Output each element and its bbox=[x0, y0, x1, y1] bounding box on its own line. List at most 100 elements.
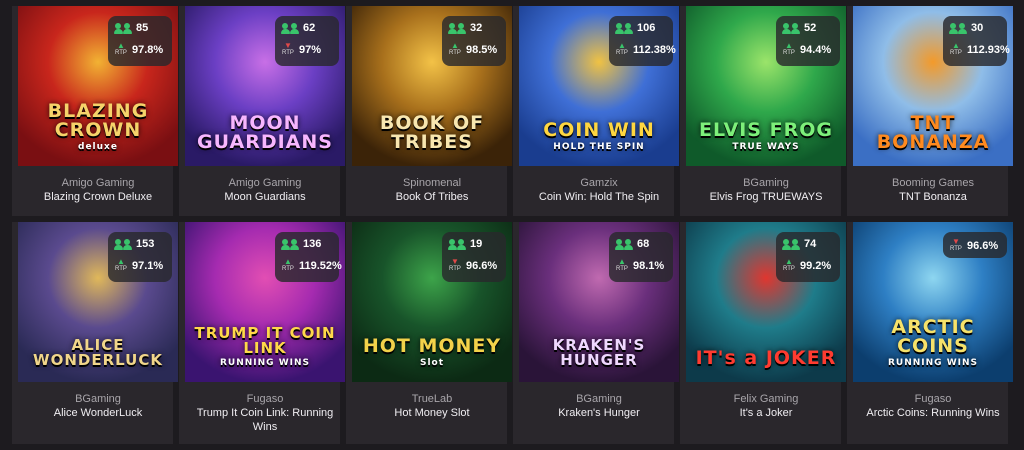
game-card[interactable]: TNT BONANZA 30 ▲ RTP 112.93% Booming Games TNT… bbox=[847, 6, 1013, 216]
game-logo-title: COIN WIN bbox=[543, 119, 655, 141]
game-info: BGaming Kraken's Hunger bbox=[519, 392, 679, 420]
game-name[interactable]: It's a Joker bbox=[686, 406, 846, 420]
game-logo-text: TNT BONANZA bbox=[853, 114, 1013, 152]
rtp-indicator: ▲ RTP 97.8% bbox=[114, 42, 163, 57]
game-logo-text: ALICE WONDERLUCK bbox=[18, 338, 178, 368]
game-thumbnail[interactable]: BLAZING CROWN deluxe 85 ▲ RTP 97.8% bbox=[18, 6, 178, 166]
game-thumbnail[interactable]: ARCTIC COINS RUNNING WINS ▼ RTP 96.6% bbox=[853, 222, 1013, 382]
game-logo-title: BOOK OF TRIBES bbox=[379, 112, 485, 153]
players-count: 62 bbox=[280, 22, 316, 34]
trend-up-icon: ▲ RTP bbox=[616, 41, 628, 57]
trend-up-icon: ▲ RTP bbox=[115, 41, 127, 57]
game-logo-title: TNT BONANZA bbox=[876, 112, 990, 153]
rtp-indicator: ▼ RTP 96.6% bbox=[448, 258, 497, 273]
game-thumbnail[interactable]: TNT BONANZA 30 ▲ RTP 112.93% bbox=[853, 6, 1013, 166]
game-info: BGaming Alice WonderLuck bbox=[18, 392, 178, 420]
trend-up-icon: ▲ RTP bbox=[449, 41, 461, 57]
game-card[interactable]: ALICE WONDERLUCK 153 ▲ RTP 97.1% BGaming Alice… bbox=[12, 222, 178, 444]
players-icon bbox=[113, 22, 132, 34]
game-thumbnail[interactable]: KRAKEN'S HUNGER 68 ▲ RTP 98.1% bbox=[519, 222, 679, 382]
game-card[interactable]: BLAZING CROWN deluxe 85 ▲ RTP 97.8% Amigo Gami… bbox=[12, 6, 178, 216]
game-thumbnail[interactable]: ALICE WONDERLUCK 153 ▲ RTP 97.1% bbox=[18, 222, 178, 382]
players-value: 52 bbox=[804, 22, 817, 34]
players-count: 85 bbox=[113, 22, 148, 34]
game-logo-title: ELVIS FROG bbox=[699, 119, 833, 141]
game-info: Fugaso Arctic Coins: Running Wins bbox=[853, 392, 1013, 420]
game-name[interactable]: Coin Win: Hold The Spin bbox=[519, 190, 679, 204]
game-stats-badge: 32 ▲ RTP 98.5% bbox=[442, 16, 506, 66]
game-card[interactable]: COIN WIN HOLD THE SPIN 106 ▲ RTP 112.38% Gamzi… bbox=[513, 6, 679, 216]
game-name[interactable]: Hot Money Slot bbox=[352, 406, 512, 420]
trend-up-icon: ▲ RTP bbox=[783, 257, 795, 273]
rtp-indicator: ▲ RTP 98.1% bbox=[615, 258, 664, 273]
game-thumbnail[interactable]: ELVIS FROG TRUE WAYS 52 ▲ RTP 94.4% bbox=[686, 6, 846, 166]
game-stats-badge: 52 ▲ RTP 94.4% bbox=[776, 16, 840, 66]
players-count: 153 bbox=[113, 238, 155, 250]
game-info: Spinomenal Book Of Tribes bbox=[352, 176, 512, 204]
game-thumbnail[interactable]: COIN WIN HOLD THE SPIN 106 ▲ RTP 112.38% bbox=[519, 6, 679, 166]
game-name[interactable]: Arctic Coins: Running Wins bbox=[853, 406, 1013, 420]
game-card[interactable]: KRAKEN'S HUNGER 68 ▲ RTP 98.1% BGaming Kraken'… bbox=[513, 222, 679, 444]
provider-name: TrueLab bbox=[411, 393, 453, 405]
game-card[interactable]: MOON GUARDIANS 62 ▼ RTP 97% Amigo Gaming Moon … bbox=[179, 6, 345, 216]
game-card[interactable]: TRUMP IT COIN LINK RUNNING WINS 136 ▲ RTP 119… bbox=[179, 222, 345, 444]
game-stats-badge: 19 ▼ RTP 96.6% bbox=[442, 232, 506, 282]
rtp-indicator: ▲ RTP 99.2% bbox=[782, 258, 831, 273]
players-icon bbox=[280, 238, 299, 250]
rtp-indicator: ▼ RTP 97% bbox=[281, 42, 321, 57]
game-info: Gamzix Coin Win: Hold The Spin bbox=[519, 176, 679, 204]
game-card[interactable]: ARCTIC COINS RUNNING WINS ▼ RTP 96.6% Fugaso A… bbox=[847, 222, 1013, 444]
players-count: 19 bbox=[447, 238, 482, 250]
trend-down-icon: ▼ RTP bbox=[282, 41, 294, 57]
rtp-indicator: ▲ RTP 98.5% bbox=[448, 42, 497, 57]
game-logo-title: BLAZING CROWN bbox=[47, 100, 149, 141]
provider-name: Fugaso bbox=[914, 393, 952, 405]
game-name[interactable]: Trump It Coin Link: Running Wins bbox=[185, 406, 345, 434]
provider-name: BGaming bbox=[743, 177, 789, 189]
game-card[interactable]: ELVIS FROG TRUE WAYS 52 ▲ RTP 94.4% BGaming Elv… bbox=[680, 6, 846, 216]
game-name[interactable]: TNT Bonanza bbox=[853, 190, 1013, 204]
rtp-value: 94.4% bbox=[800, 43, 832, 56]
game-logo-text: TRUMP IT COIN LINK RUNNING WINS bbox=[185, 326, 345, 368]
game-card[interactable]: BOOK OF TRIBES 32 ▲ RTP 98.5% Spinomenal Book … bbox=[346, 6, 512, 216]
trend-up-icon: ▲ RTP bbox=[282, 257, 294, 273]
game-stats-badge: 62 ▼ RTP 97% bbox=[275, 16, 339, 66]
game-name[interactable]: Elvis Frog TRUEWAYS bbox=[686, 190, 846, 204]
players-value: 153 bbox=[136, 238, 155, 250]
players-icon bbox=[113, 238, 132, 250]
game-logo-text: HOT MONEY Slot bbox=[352, 337, 512, 368]
game-thumbnail[interactable]: IT's a JOKER 74 ▲ RTP 99.2% bbox=[686, 222, 846, 382]
trend-down-icon: ▼ RTP bbox=[950, 237, 962, 253]
game-thumbnail[interactable]: TRUMP IT COIN LINK RUNNING WINS 136 ▲ RTP 119… bbox=[185, 222, 345, 382]
game-logo-title: HOT MONEY bbox=[362, 335, 502, 357]
game-card[interactable]: HOT MONEY Slot 19 ▼ RTP 96.6% TrueLab Hot Money… bbox=[346, 222, 512, 444]
trend-up-icon: ▲ RTP bbox=[616, 257, 628, 273]
game-name[interactable]: Blazing Crown Deluxe bbox=[18, 190, 178, 204]
game-info: Booming Games TNT Bonanza bbox=[853, 176, 1013, 204]
game-name[interactable]: Alice WonderLuck bbox=[18, 406, 178, 420]
players-value: 136 bbox=[303, 238, 322, 250]
game-name[interactable]: Kraken's Hunger bbox=[519, 406, 679, 420]
rtp-indicator: ▲ RTP 112.93% bbox=[949, 42, 1010, 57]
provider-name: BGaming bbox=[75, 393, 121, 405]
trend-up-icon: ▲ RTP bbox=[115, 257, 127, 273]
game-thumbnail[interactable]: HOT MONEY Slot 19 ▼ RTP 96.6% bbox=[352, 222, 512, 382]
game-name[interactable]: Moon Guardians bbox=[185, 190, 345, 204]
game-logo-subtitle: deluxe bbox=[78, 142, 118, 152]
game-grid: BLAZING CROWN deluxe 85 ▲ RTP 97.8% Amigo Gami… bbox=[12, 6, 1013, 444]
game-name[interactable]: Book Of Tribes bbox=[352, 190, 512, 204]
players-value: 62 bbox=[303, 22, 316, 34]
game-card[interactable]: IT's a JOKER 74 ▲ RTP 99.2% Felix Gaming It's … bbox=[680, 222, 846, 444]
players-count: 32 bbox=[447, 22, 482, 34]
game-stats-badge: ▼ RTP 96.6% bbox=[943, 232, 1007, 258]
game-thumbnail[interactable]: MOON GUARDIANS 62 ▼ RTP 97% bbox=[185, 6, 345, 166]
game-thumbnail[interactable]: BOOK OF TRIBES 32 ▲ RTP 98.5% bbox=[352, 6, 512, 166]
rtp-value: 97.1% bbox=[132, 259, 164, 272]
players-icon bbox=[614, 238, 633, 250]
provider-name: Fugaso bbox=[246, 393, 284, 405]
game-logo-subtitle: RUNNING WINS bbox=[220, 358, 310, 368]
players-count: 106 bbox=[614, 22, 655, 34]
provider-name: Booming Games bbox=[892, 177, 974, 189]
players-icon bbox=[447, 238, 466, 250]
provider-name: Felix Gaming bbox=[733, 393, 799, 405]
